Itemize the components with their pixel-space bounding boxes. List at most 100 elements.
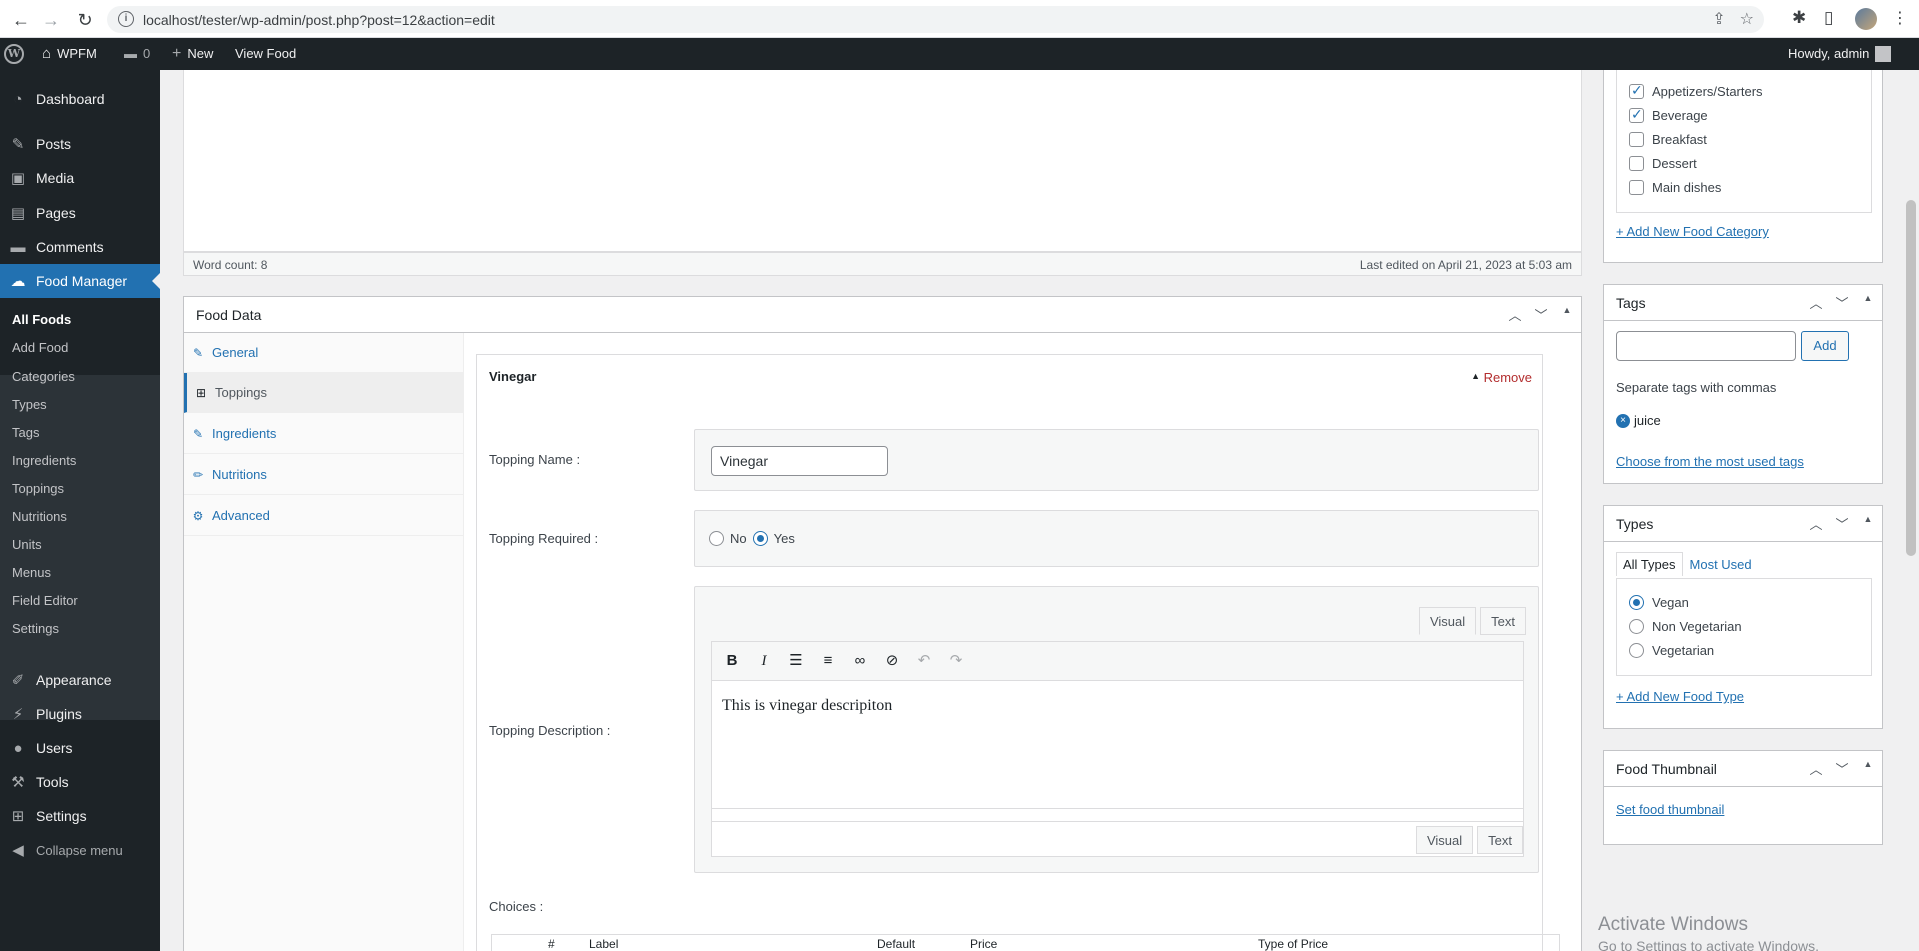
menu-media[interactable]: ▣ Media [0,161,160,195]
type-non-vegetarian[interactable]: Non Vegetarian [1629,619,1742,634]
side-panel-icon[interactable]: ▯ [1824,8,1833,28]
link-icon[interactable]: ∞ [846,647,874,675]
description-editor[interactable]: This is vinegar descripiton [711,681,1524,809]
text-tab[interactable]: Text [1480,607,1526,635]
menu-plugins[interactable]: ⚡ Plugins [0,697,160,731]
tab-general[interactable]: ✎ General [184,333,464,373]
category-appetizers[interactable]: Appetizers/Starters [1629,82,1763,99]
menu-settings[interactable]: ⊞ Settings [0,799,160,833]
toggle-panel-icon[interactable]: ▲ [1860,759,1876,778]
move-up-icon[interactable]: ︿ [1808,759,1824,778]
more-icon[interactable]: ⋮ [1892,8,1908,28]
topping-name-input[interactable]: Vinegar [711,446,888,476]
move-down-icon[interactable]: ﹀ [1533,305,1549,324]
submenu-menus[interactable]: Menus [12,563,51,583]
unlink-icon[interactable]: ⊘ [878,647,906,675]
submenu-add-food[interactable]: Add Food [12,338,68,358]
tab-most-used[interactable]: Most Used [1683,552,1759,576]
site-name-link[interactable]: ⌂ WPFM [42,38,97,70]
tab-nutritions[interactable]: ✏ Nutritions [184,455,464,495]
visual-tab-bottom[interactable]: Visual [1415,826,1474,854]
tab-advanced[interactable]: ⚙ Advanced [184,496,464,536]
type-vegetarian[interactable]: Vegetarian [1629,643,1714,658]
wp-logo-icon[interactable]: W [4,38,24,70]
set-thumbnail-link[interactable]: Set food thumbnail [1616,802,1724,817]
category-dessert[interactable]: Dessert [1629,156,1697,171]
redo-icon[interactable]: ↷ [942,647,970,675]
move-up-icon[interactable]: ︿ [1808,293,1824,312]
tab-all-types[interactable]: All Types [1616,552,1683,576]
howdy-link[interactable]: Howdy, admin [1788,38,1892,70]
move-down-icon[interactable]: ﹀ [1834,514,1850,533]
toggle-panel-icon[interactable]: ▲ [1860,293,1876,312]
scrollbar-thumb[interactable] [1906,200,1916,556]
required-yes-radio[interactable] [752,531,768,546]
collapse-topping-icon[interactable]: ▲ [1471,371,1480,381]
add-tag-button[interactable]: Add [1801,331,1849,361]
submenu-settings[interactable]: Settings [12,619,59,639]
bold-icon[interactable]: B [718,647,746,675]
tab-toppings[interactable]: ⊞ Toppings [184,373,464,413]
submenu-field-editor[interactable]: Field Editor [12,591,78,611]
menu-dashboard[interactable]: ◔ Dashboard [0,82,160,116]
add-food-category-link[interactable]: + Add New Food Category [1616,224,1769,239]
type-radio[interactable] [1629,619,1644,634]
category-checkbox[interactable] [1629,180,1644,195]
submenu-all-foods[interactable]: All Foods [12,310,71,330]
menu-posts[interactable]: ✎ Posts [0,127,160,161]
back-icon[interactable]: ← [10,9,32,31]
numbered-list-icon[interactable]: ≡ [814,647,842,675]
remove-tag-icon[interactable]: × [1616,413,1630,428]
reload-icon[interactable]: ↻ [74,9,96,31]
comments-link[interactable]: ▬ 0 [124,38,150,70]
submenu-tags[interactable]: Tags [12,423,39,443]
required-no-radio[interactable] [709,531,724,546]
view-food-link[interactable]: View Food [235,38,296,70]
add-food-type-link[interactable]: + Add New Food Type [1616,689,1744,704]
remove-topping-link[interactable]: Remove [1484,370,1532,385]
post-content-editor[interactable] [183,70,1582,252]
type-radio[interactable] [1629,595,1644,610]
most-used-tags-link[interactable]: Choose from the most used tags [1616,454,1804,469]
category-checkbox[interactable] [1629,106,1644,123]
menu-food-manager[interactable]: ☁ Food Manager [0,264,160,298]
profile-avatar[interactable] [1855,8,1877,30]
category-checkbox[interactable] [1629,132,1644,147]
toggle-panel-icon[interactable]: ▲ [1559,305,1575,324]
url-text[interactable]: localhost/tester/wp-admin/post.php?post=… [143,12,495,28]
menu-pages[interactable]: ▤ Pages [0,196,160,230]
submenu-units[interactable]: Units [12,535,42,555]
category-checkbox[interactable] [1629,82,1644,99]
tab-ingredients[interactable]: ✎ Ingredients [184,414,464,454]
info-icon[interactable]: i [118,11,134,27]
forward-icon[interactable]: → [40,9,62,31]
submenu-categories[interactable]: Categories [12,367,75,387]
address-bar[interactable]: i localhost/tester/wp-admin/post.php?pos… [107,6,1764,33]
category-breakfast[interactable]: Breakfast [1629,132,1707,147]
type-vegan[interactable]: Vegan [1629,595,1689,610]
submenu-toppings[interactable]: Toppings [12,479,64,499]
toggle-panel-icon[interactable]: ▲ [1860,514,1876,533]
new-tag-input[interactable] [1616,331,1796,361]
category-main-dishes[interactable]: Main dishes [1629,180,1721,195]
submenu-nutritions[interactable]: Nutritions [12,507,67,527]
move-up-icon[interactable]: ︿ [1507,305,1523,324]
extensions-icon[interactable]: ✱ [1792,8,1806,28]
move-down-icon[interactable]: ﹀ [1834,759,1850,778]
category-beverage[interactable]: Beverage [1629,106,1708,123]
move-up-icon[interactable]: ︿ [1808,514,1824,533]
menu-tools[interactable]: ⚒ Tools [0,765,160,799]
italic-icon[interactable]: I [750,647,778,675]
type-radio[interactable] [1629,643,1644,658]
submenu-types[interactable]: Types [12,395,47,415]
new-link[interactable]: + New [172,38,213,70]
submenu-ingredients[interactable]: Ingredients [12,451,76,471]
menu-comments[interactable]: ▬ Comments [0,230,160,264]
category-checkbox[interactable] [1629,156,1644,171]
move-down-icon[interactable]: ﹀ [1834,293,1850,312]
visual-tab[interactable]: Visual [1418,607,1477,635]
share-icon[interactable]: ⇪ [1712,9,1725,29]
text-tab-bottom[interactable]: Text [1477,826,1523,854]
menu-users[interactable]: ● Users [0,731,160,765]
star-icon[interactable]: ☆ [1740,9,1754,29]
